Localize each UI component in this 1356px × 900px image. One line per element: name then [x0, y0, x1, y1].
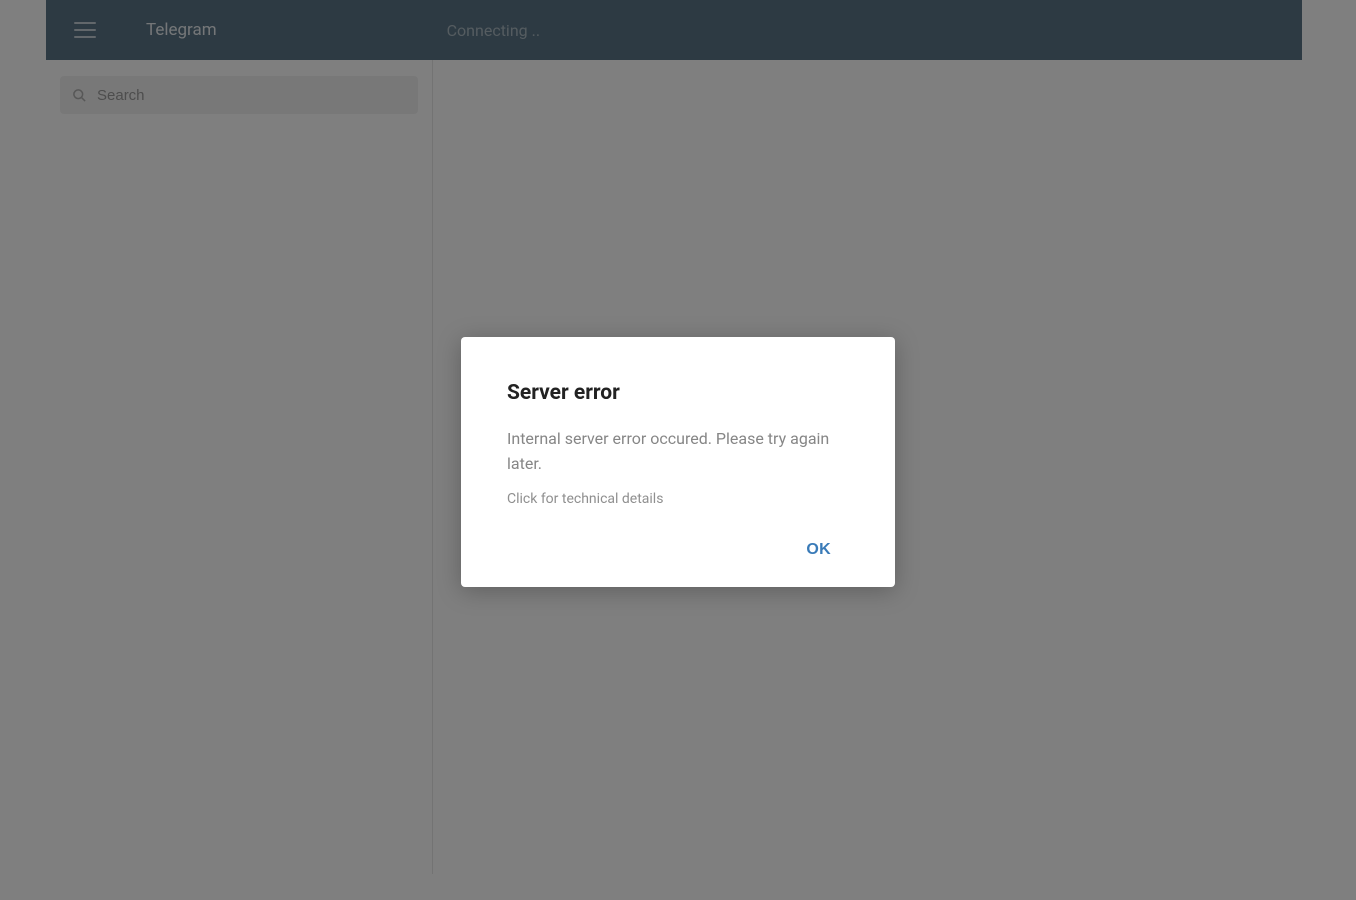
dialog-title: Server error — [507, 381, 849, 405]
modal-overlay[interactable]: Server error Internal server error occur… — [0, 0, 1356, 900]
dialog-actions: OK — [507, 527, 849, 569]
technical-details-link[interactable]: Click for technical details — [507, 491, 849, 507]
dialog-message: Internal server error occured. Please tr… — [507, 427, 849, 477]
ok-button[interactable]: OK — [788, 531, 849, 569]
error-dialog: Server error Internal server error occur… — [461, 337, 895, 587]
